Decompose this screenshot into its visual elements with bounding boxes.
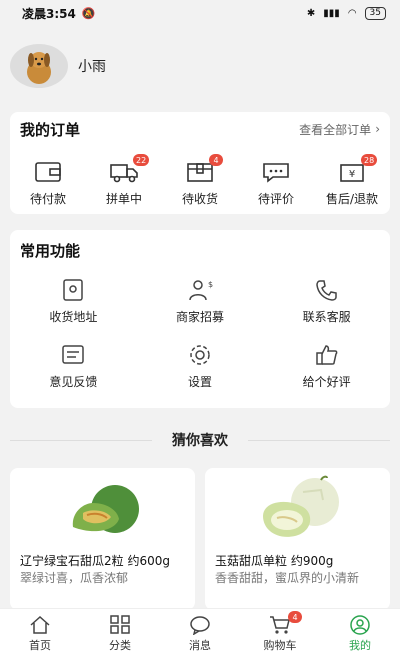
func-rate[interactable]: 给个好评: [263, 343, 390, 390]
svg-text:$: $: [208, 280, 213, 289]
func-label: 联系客服: [302, 310, 351, 324]
merchant-icon: $: [189, 280, 213, 301]
user-name: 小雨: [78, 59, 106, 75]
order-label: 售后/退款: [325, 192, 379, 206]
status-bar: 凌晨3:54 🔕 ✱ ▮▮▮ ◠ 35: [0, 0, 400, 26]
tab-home[interactable]: 首页: [0, 609, 80, 666]
product-card[interactable]: 辽宁绿宝石甜瓜2粒 约600g 翠绿讨喜，瓜香浓郁: [10, 468, 195, 610]
order-pending-payment[interactable]: 待付款: [13, 160, 83, 207]
product-name: 玉菇甜瓜单粒 约900g: [215, 554, 334, 568]
product-image: [10, 468, 195, 550]
grid-icon: [110, 615, 130, 634]
func-merchant[interactable]: $ 商家招募: [137, 278, 264, 325]
bottom-tab-bar: 首页 分类 消息 4 购物车 我的: [0, 608, 400, 666]
view-all-orders-link[interactable]: 查看全部订单 ›: [299, 121, 380, 138]
order-badge: 22: [133, 154, 150, 166]
avatar[interactable]: [10, 44, 68, 88]
bluetooth-icon: ✱: [306, 7, 316, 19]
order-label: 待收货: [181, 192, 218, 206]
tab-messages[interactable]: 消息: [160, 609, 240, 666]
tab-label: 首页: [29, 639, 51, 652]
tab-label: 购物车: [263, 639, 297, 652]
tab-cart[interactable]: 4 购物车: [240, 609, 320, 666]
func-label: 收货地址: [49, 310, 98, 324]
chevron-right-icon: ›: [375, 122, 380, 136]
mute-icon: 🔕: [81, 6, 96, 20]
func-label: 设置: [187, 375, 212, 389]
comment-icon: [263, 163, 289, 183]
order-badge: 28: [361, 154, 378, 166]
order-pending-receipt[interactable]: 4 待收货: [165, 154, 235, 207]
order-pending-review[interactable]: 待评价: [241, 160, 311, 207]
recommend-title: 猜你喜欢: [172, 433, 228, 449]
order-label: 待评价: [257, 192, 294, 206]
profile-header[interactable]: 小雨: [10, 44, 106, 88]
func-feedback[interactable]: 意见反馈: [10, 343, 137, 390]
func-label: 意见反馈: [49, 375, 98, 389]
order-label: 待付款: [29, 192, 66, 206]
product-card[interactable]: 玉菇甜瓜单粒 约900g 香香甜甜，蜜瓜界的小清新: [205, 468, 390, 610]
functions-card: 常用功能 收货地址 $ 商家招募 联系客服 意见反馈 设置 给个好评: [10, 230, 390, 408]
orders-card: 我的订单 查看全部订单 › 待付款 22 拼单中 4 待收货 待评价 ¥ 28 …: [10, 112, 390, 214]
tab-mine[interactable]: 我的: [320, 609, 400, 666]
orders-title: 我的订单: [20, 120, 81, 139]
order-label: 拼单中: [105, 192, 142, 206]
recommend-divider: 猜你喜欢: [10, 430, 390, 450]
func-settings[interactable]: 设置: [137, 343, 264, 390]
tab-label: 我的: [349, 639, 371, 652]
home-icon: [30, 615, 50, 634]
wallet-icon: [35, 162, 61, 182]
tab-label: 分类: [109, 639, 131, 652]
cart-badge: 4: [288, 611, 302, 623]
product-image: [205, 468, 390, 550]
signal-icon: ▮▮▮: [323, 7, 340, 19]
tab-category[interactable]: 分类: [80, 609, 160, 666]
svg-text:¥: ¥: [349, 169, 355, 180]
status-icons: ✱ ▮▮▮ ◠ 35: [306, 6, 386, 20]
wifi-icon: ◠: [347, 7, 357, 19]
functions-title: 常用功能: [20, 241, 81, 260]
tab-label: 消息: [189, 639, 211, 652]
address-icon: [63, 279, 84, 301]
func-support[interactable]: 联系客服: [263, 278, 390, 325]
gear-icon: [190, 345, 210, 365]
battery-icon: 35: [364, 6, 386, 20]
message-icon: [190, 616, 210, 635]
product-name: 辽宁绿宝石甜瓜2粒 约600g: [20, 554, 170, 568]
phone-icon: [315, 280, 337, 301]
order-badge: 4: [209, 154, 223, 166]
view-all-label: 查看全部订单: [299, 122, 372, 137]
func-label: 给个好评: [302, 375, 351, 389]
user-icon: [350, 615, 370, 635]
feedback-icon: [62, 345, 85, 364]
order-group-buying[interactable]: 22 拼单中: [89, 154, 159, 207]
order-refund[interactable]: ¥ 28 售后/退款: [317, 154, 387, 207]
product-desc: 翠绿讨喜，瓜香浓郁: [20, 571, 129, 585]
status-time: 凌晨3:54: [22, 6, 76, 21]
func-address[interactable]: 收货地址: [10, 278, 137, 325]
func-label: 商家招募: [175, 310, 224, 324]
thumbs-up-icon: [315, 345, 338, 365]
product-desc: 香香甜甜，蜜瓜界的小清新: [215, 571, 360, 585]
